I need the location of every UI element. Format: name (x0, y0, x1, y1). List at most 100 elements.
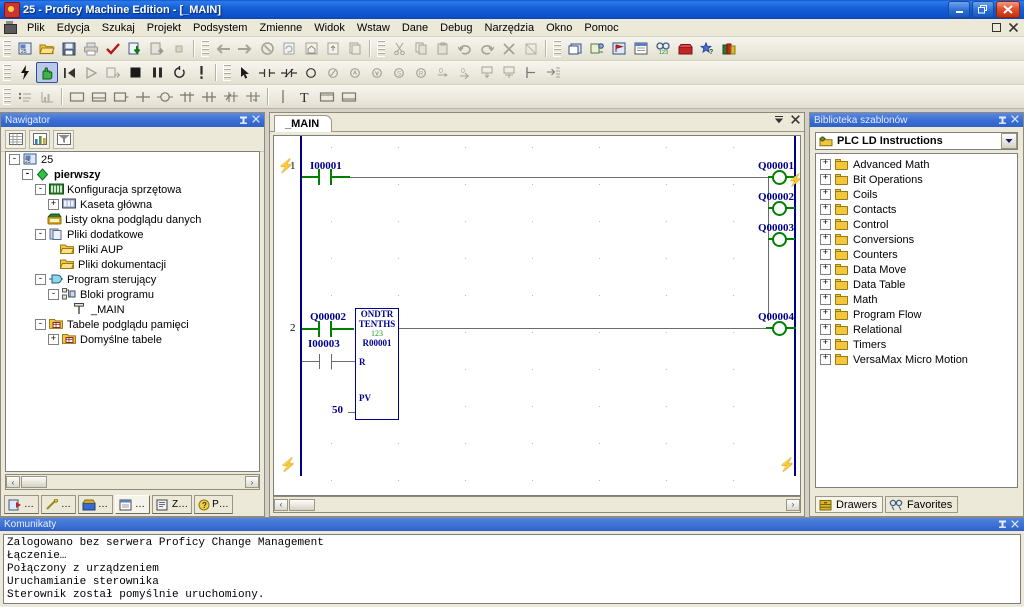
tree-node-listy-okna-podgl-du-danych[interactable]: Listy okna podglądu danych (6, 212, 259, 227)
library-folder-row[interactable]: + Math (816, 292, 1017, 307)
chevron-down-icon[interactable] (774, 115, 784, 127)
expand-icon[interactable]: + (820, 159, 831, 170)
cut-icon[interactable] (388, 38, 410, 59)
tree-node-pierwszy[interactable]: - pierwszy (6, 167, 259, 182)
label-box-icon[interactable] (316, 86, 338, 107)
menu-item-podsystem[interactable]: Podsystem (187, 20, 253, 36)
collapse-icon[interactable]: - (9, 154, 20, 165)
page-copy-icon[interactable] (344, 38, 366, 59)
coil-negated-icon[interactable] (322, 62, 344, 83)
expand-icon[interactable]: + (820, 204, 831, 215)
rung-1-coil-1[interactable] (772, 170, 787, 185)
rung-1-coil-3[interactable] (772, 232, 787, 247)
library-folder-row[interactable]: + Bit Operations (816, 172, 1017, 187)
menu-item-edycja[interactable]: Edycja (51, 20, 96, 36)
minimize-button[interactable] (948, 1, 970, 18)
ladder-horizontal-scrollbar[interactable]: ‹ › (273, 496, 801, 513)
copy-icon[interactable] (410, 38, 432, 59)
open-folder-icon[interactable] (36, 38, 58, 59)
tree-node-bloki-programu[interactable]: - Bloki programu (6, 287, 259, 302)
library-folder-row[interactable]: + Contacts (816, 202, 1017, 217)
lightning-online-icon[interactable] (14, 62, 36, 83)
horizontal-wire-icon[interactable]: 0 (432, 62, 454, 83)
coil-reset-icon[interactable]: R (410, 62, 432, 83)
navigator-tab-1[interactable]: … (41, 495, 76, 514)
tree-node-tabele-podgl-du-pami-ci[interactable]: - Tabele podglądu pamięci (6, 317, 259, 332)
rect-split-icon[interactable] (88, 86, 110, 107)
stop-icon[interactable] (256, 38, 278, 59)
bullet-list-icon[interactable] (14, 86, 36, 107)
expand-icon[interactable]: + (820, 324, 831, 335)
left-rail-icon[interactable] (520, 62, 542, 83)
contact-nc-icon[interactable] (278, 62, 300, 83)
library-folder-row[interactable]: + Data Table (816, 277, 1017, 292)
collapse-icon[interactable]: - (35, 184, 46, 195)
tree-node-pliki-dodatkowe[interactable]: - Pliki dodatkowe (6, 227, 259, 242)
menu-item-narzedzia[interactable]: Narzędzia (479, 20, 541, 36)
rung-1-coil-2[interactable] (772, 201, 787, 216)
reference-view-icon[interactable]: 123 (652, 38, 674, 59)
toolbar-grip[interactable] (201, 40, 209, 57)
pin-icon[interactable] (998, 520, 1007, 529)
hand-programmer-icon[interactable] (36, 62, 58, 83)
tree-node-konfiguracja-sprz-towa[interactable]: - Konfiguracja sprzętowa (6, 182, 259, 197)
filter-view-icon[interactable] (53, 129, 74, 149)
navigator-tab-5[interactable]: ? P… (194, 495, 233, 514)
navigator-tab-4[interactable]: Z… (152, 495, 193, 514)
frame-box-icon[interactable] (338, 86, 360, 107)
coil-positive-transition-icon[interactable] (344, 62, 366, 83)
expand-icon[interactable]: + (820, 294, 831, 305)
flag-icon[interactable] (608, 38, 630, 59)
home-icon[interactable] (300, 38, 322, 59)
navigator-tab-3[interactable]: … (115, 495, 150, 514)
step-icon[interactable] (102, 62, 124, 83)
scroll-left-button[interactable]: ‹ (6, 476, 20, 488)
expand-icon[interactable]: + (820, 264, 831, 275)
navigator-horizontal-scrollbar[interactable]: ‹ › (5, 474, 260, 490)
coil-negative-transition-icon[interactable] (366, 62, 388, 83)
library-folder-row[interactable]: + Control (816, 217, 1017, 232)
tree-node-25[interactable]: -25 25 (6, 152, 259, 167)
cross-icon[interactable] (132, 86, 154, 107)
close-button[interactable] (996, 1, 1020, 18)
expand-icon[interactable]: + (48, 334, 59, 345)
ondtr-function-block[interactable]: ONDTR TENTHS 123 R00001 R PV (355, 308, 399, 420)
paste-icon[interactable] (432, 38, 454, 59)
expand-icon[interactable]: + (820, 219, 831, 230)
library-folder-row[interactable]: + Advanced Math (816, 157, 1017, 172)
collapse-icon[interactable]: - (48, 289, 59, 300)
ladder-canvas[interactable]: 1 ⚡ I00001 Q00001 ⚡ Q00002 (273, 135, 801, 496)
page-refresh-icon[interactable] (278, 38, 300, 59)
ladder-scroll-right-button[interactable]: › (786, 498, 800, 511)
toolbar-grip[interactable] (3, 88, 11, 105)
tee-dash-icon[interactable] (242, 86, 264, 107)
validate-check-icon[interactable] (102, 38, 124, 59)
toolbar-grip[interactable] (3, 40, 11, 57)
clear-grid-icon[interactable] (520, 38, 542, 59)
collapse-icon[interactable]: - (35, 319, 46, 330)
library-folder-row[interactable]: + Counters (816, 247, 1017, 262)
fault-icon[interactable] (190, 62, 212, 83)
tee-down-icon[interactable] (176, 86, 198, 107)
expand-icon[interactable]: + (820, 309, 831, 320)
library-folder-row[interactable]: + Conversions (816, 232, 1017, 247)
navigator-tab-0[interactable]: … (4, 495, 39, 514)
tree-node-main[interactable]: _MAIN (6, 302, 259, 317)
library-drawer-combo[interactable]: PLC LD Instructions (815, 132, 1018, 150)
expand-icon[interactable]: + (820, 354, 831, 365)
undo-icon[interactable] (454, 38, 476, 59)
expand-icon[interactable]: + (820, 234, 831, 245)
menu-item-pomoc[interactable]: Pomoc (578, 20, 624, 36)
variables-icon[interactable] (586, 38, 608, 59)
tab-main[interactable]: _MAIN (274, 115, 333, 132)
download-icon[interactable] (124, 38, 146, 59)
menu-item-debug[interactable]: Debug (434, 20, 478, 36)
coil-set-icon[interactable]: S (388, 62, 410, 83)
tee-cross-icon[interactable] (198, 86, 220, 107)
stop-square-icon[interactable] (124, 62, 146, 83)
chevron-down-icon[interactable] (1001, 133, 1017, 149)
menu-item-dane[interactable]: Dane (396, 20, 434, 36)
library-folder-row[interactable]: + Data Move (816, 262, 1017, 277)
restore-button[interactable] (972, 1, 994, 18)
properties-icon[interactable] (630, 38, 652, 59)
